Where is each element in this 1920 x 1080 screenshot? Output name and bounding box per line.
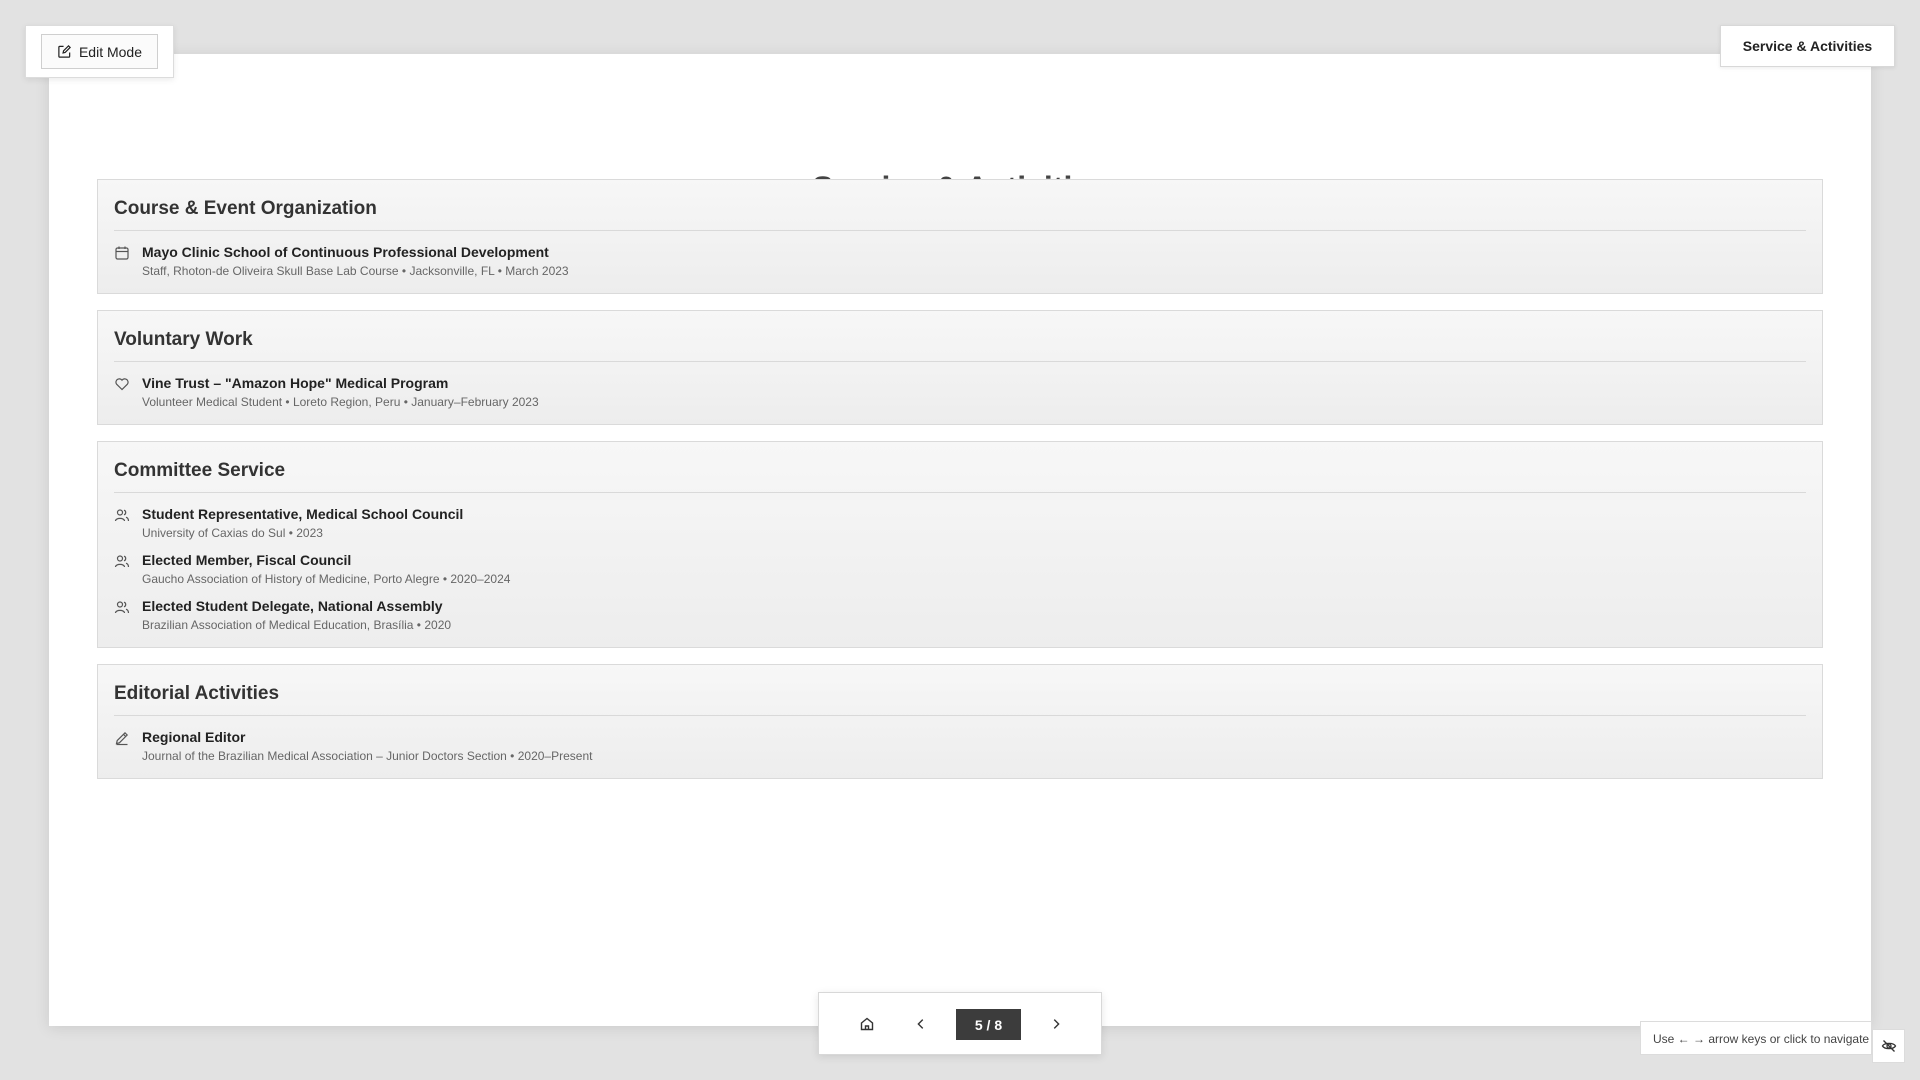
entry-title: Vine Trust – "Amazon Hope" Medical Progr… <box>142 375 449 391</box>
entry-subtitle: Brazilian Association of Medical Educati… <box>142 618 452 632</box>
list-item: Elected Member, Fiscal Council Gaucho As… <box>114 551 1806 587</box>
slide-navigation: 5 / 8 <box>818 992 1102 1055</box>
entry-subtitle: Volunteer Medical Student • Loreto Regio… <box>142 395 539 409</box>
edit-mode-panel: Edit Mode <box>25 25 174 78</box>
entry-subtitle: University of Caxias do Sul • 2023 <box>142 526 323 540</box>
section-editorial-activities: Editorial Activities Regional Editor Jou… <box>97 664 1823 779</box>
section-title: Committee Service <box>114 460 1806 493</box>
calendar-icon <box>114 245 130 261</box>
edit-mode-button[interactable]: Edit Mode <box>41 34 158 69</box>
edit-icon <box>58 45 71 58</box>
navigation-hint: Use ← → arrow keys or click to navigate <box>1640 1021 1872 1055</box>
list-item: Student Representative, Medical School C… <box>114 505 1806 541</box>
entry-title: Student Representative, Medical School C… <box>142 506 464 522</box>
section-course-event: Course & Event Organization Mayo Clinic … <box>97 179 1823 294</box>
section-voluntary-work: Voluntary Work Vine Trust – "Amazon Hope… <box>97 310 1823 425</box>
next-button[interactable] <box>1041 1009 1071 1039</box>
section-committee-service: Committee Service Student Representative… <box>97 441 1823 648</box>
users-icon <box>114 599 130 615</box>
list-item: Mayo Clinic School of Continuous Profess… <box>114 243 1806 279</box>
pen-icon <box>114 730 130 746</box>
edit-mode-label: Edit Mode <box>78 43 143 60</box>
entry-subtitle: Gaucho Association of History of Medicin… <box>142 572 511 586</box>
section-title: Course & Event Organization <box>114 198 1806 231</box>
users-icon <box>114 507 130 523</box>
page-indicator: 5 / 8 <box>956 1009 1021 1040</box>
users-icon <box>114 553 130 569</box>
entry-title: Elected Student Delegate, National Assem… <box>142 598 443 614</box>
chevron-left-icon <box>917 1019 924 1029</box>
chevron-right-icon <box>1053 1019 1060 1029</box>
list-item: Regional Editor Journal of the Brazilian… <box>114 728 1806 764</box>
heart-icon <box>114 376 130 392</box>
previous-button[interactable] <box>906 1009 936 1039</box>
entry-title: Elected Member, Fiscal Council <box>142 552 352 568</box>
home-icon <box>860 1017 874 1031</box>
current-section-label: Service & Activities <box>1720 25 1895 67</box>
section-title: Editorial Activities <box>114 683 1806 716</box>
entry-subtitle: Staff, Rhoton-de Oliveira Skull Base Lab… <box>142 264 569 278</box>
entry-subtitle: Journal of the Brazilian Medical Associa… <box>142 749 593 763</box>
eye-off-icon <box>1881 1040 1896 1052</box>
entry-title: Regional Editor <box>142 729 246 745</box>
sections: Course & Event Organization Mayo Clinic … <box>97 179 1823 795</box>
list-item: Elected Student Delegate, National Assem… <box>114 597 1806 633</box>
section-title: Voluntary Work <box>114 329 1806 362</box>
entry-title: Mayo Clinic School of Continuous Profess… <box>142 244 549 260</box>
slide: Service & Activities Course & Event Orga… <box>49 54 1871 1026</box>
list-item: Vine Trust – "Amazon Hope" Medical Progr… <box>114 374 1806 410</box>
hide-hint-button[interactable] <box>1872 1029 1905 1063</box>
home-button[interactable] <box>852 1009 882 1039</box>
